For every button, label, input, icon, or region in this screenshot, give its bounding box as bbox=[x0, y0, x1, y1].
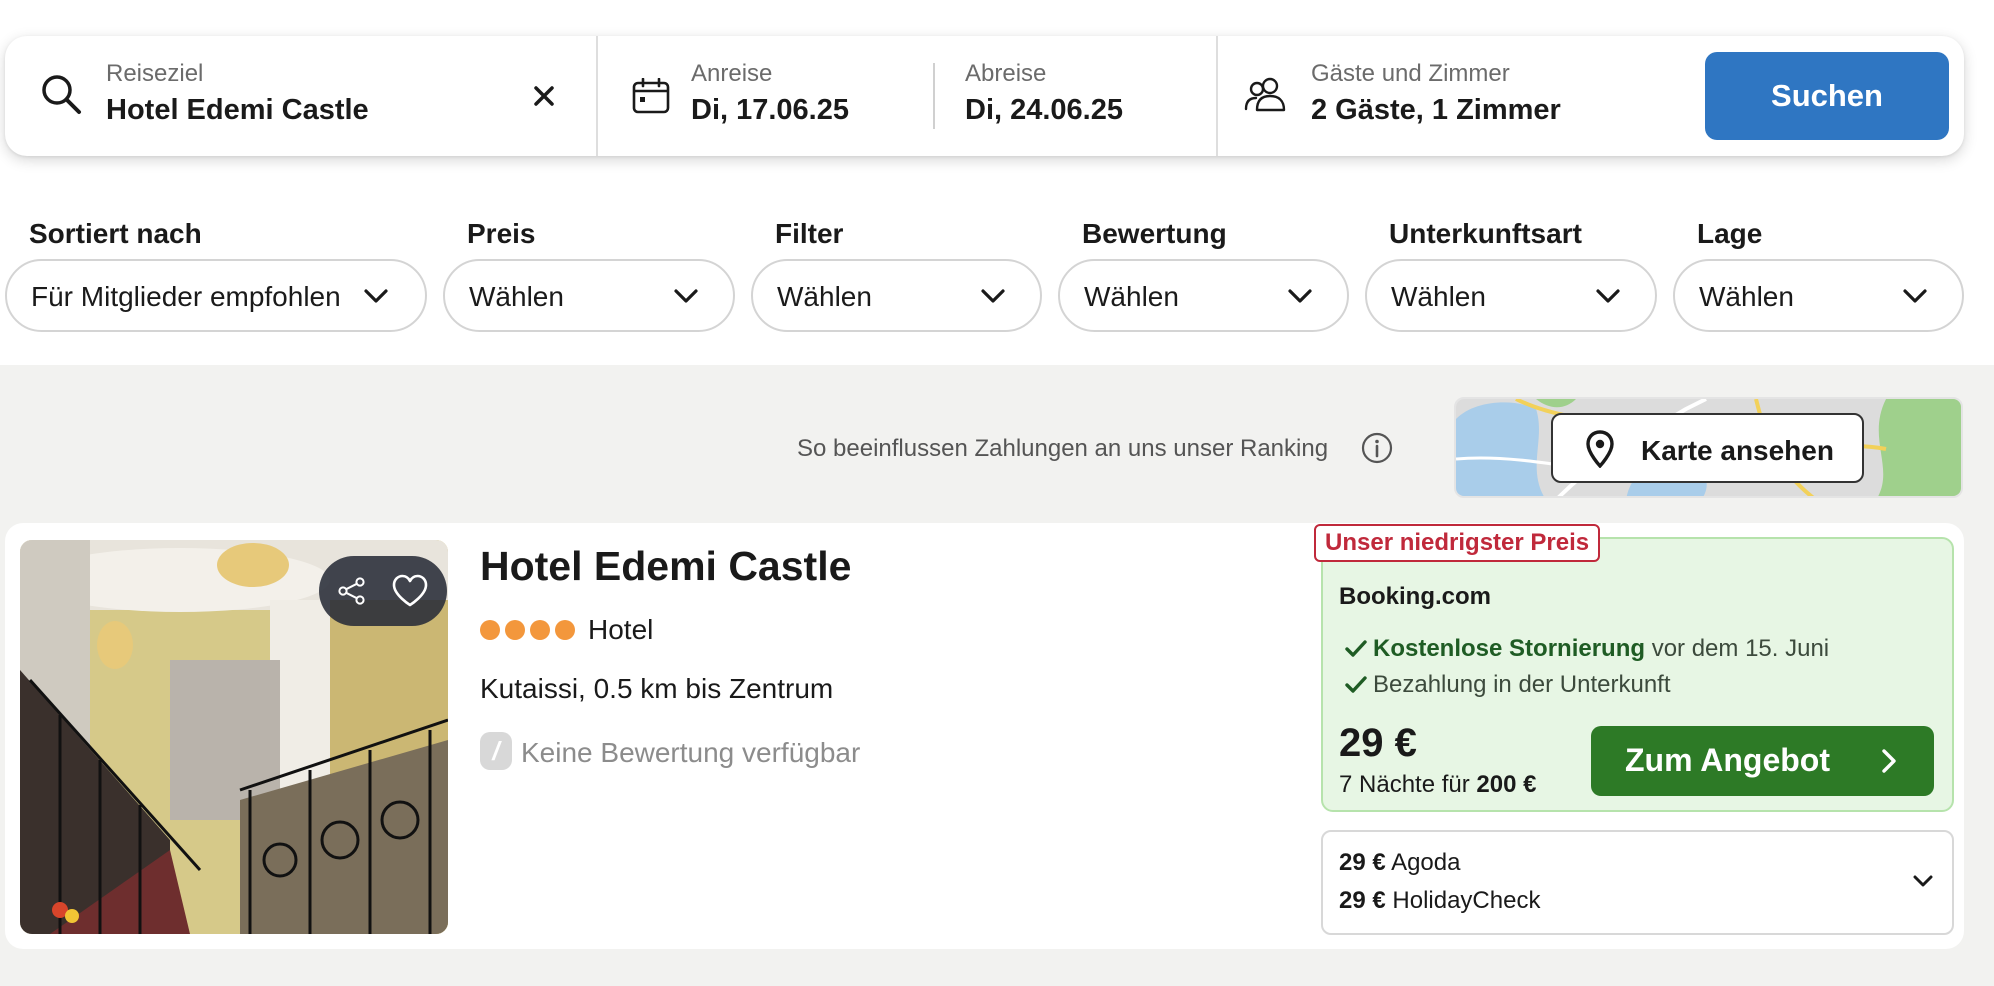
photo-actions bbox=[319, 556, 447, 626]
property-type-dropdown[interactable]: Wählen bbox=[1365, 259, 1657, 332]
filter-label: Preis bbox=[467, 218, 536, 249]
star-dot bbox=[505, 620, 525, 640]
checkin-field[interactable]: Anreise Di, 17.06.25 bbox=[598, 36, 938, 156]
offer-row-agoda[interactable]: 29 € Agoda bbox=[1339, 849, 1460, 877]
deal-total: 7 Nächte für 200 € bbox=[1339, 771, 1536, 799]
search-bar: Reiseziel Hotel Edemi Castle Anreise Di,… bbox=[5, 36, 1964, 156]
perk-pay-at-property: Bezahlung in der Unterkunft bbox=[1345, 671, 1671, 699]
view-deal-label: Zum Angebot bbox=[1625, 742, 1830, 778]
total-price: 200 € bbox=[1476, 771, 1537, 798]
guests-field[interactable]: Gäste und Zimmer 2 Gäste, 1 Zimmer bbox=[1218, 36, 1688, 156]
clear-icon[interactable] bbox=[533, 85, 555, 107]
info-icon[interactable] bbox=[1361, 432, 1393, 464]
chevron-down-icon bbox=[364, 289, 388, 303]
filter-dropdown[interactable]: Wählen bbox=[751, 259, 1042, 332]
chevron-down-icon bbox=[981, 289, 1005, 303]
rating-text: Keine Bewertung verfügbar bbox=[521, 737, 861, 768]
hotel-type: Hotel bbox=[588, 614, 654, 645]
map-button-label: Karte ansehen bbox=[1641, 435, 1834, 466]
hotel-location: Kutaissi, 0.5 km bis Zentrum bbox=[480, 673, 834, 704]
price-dropdown[interactable]: Wählen bbox=[443, 259, 735, 332]
checkout-field[interactable]: Abreise Di, 24.06.25 bbox=[935, 36, 1215, 156]
chevron-down-icon bbox=[674, 289, 698, 303]
dropdown-value: Wählen bbox=[1084, 281, 1179, 312]
guests-icon bbox=[1244, 77, 1286, 112]
dropdown-value: Wählen bbox=[1391, 281, 1486, 312]
perk-title: Kostenlose Stornierung bbox=[1373, 635, 1646, 662]
checkmark-icon bbox=[1345, 676, 1367, 693]
checkmark-icon bbox=[1345, 640, 1367, 657]
star-dot bbox=[480, 620, 500, 640]
rating-dropdown[interactable]: Wählen bbox=[1058, 259, 1349, 332]
dropdown-value: Wählen bbox=[777, 281, 872, 312]
filter-label: Sortiert nach bbox=[29, 218, 202, 249]
chevron-right-icon bbox=[1882, 749, 1896, 773]
filter-label: Filter bbox=[775, 218, 844, 249]
offer-provider: Agoda bbox=[1391, 849, 1461, 876]
checkin-value: Di, 17.06.25 bbox=[691, 94, 849, 126]
best-deal-box[interactable]: Booking.com Kostenlose Stornierung vor d… bbox=[1321, 537, 1954, 812]
destination-label: Reiseziel bbox=[106, 60, 204, 87]
view-deal-button[interactable]: Zum Angebot bbox=[1591, 726, 1934, 796]
calendar-icon bbox=[632, 78, 670, 114]
hotel-card: Hotel Edemi Castle Hotel Kutaissi, 0.5 k… bbox=[5, 523, 1964, 949]
filter-label: Bewertung bbox=[1082, 218, 1227, 249]
dropdown-value: Für Mitglieder empfohlen bbox=[31, 281, 341, 312]
checkin-label: Anreise bbox=[691, 60, 773, 87]
rating-badge: / bbox=[480, 732, 512, 770]
location-dropdown[interactable]: Wählen bbox=[1673, 259, 1964, 332]
dropdown-value: Wählen bbox=[1699, 281, 1794, 312]
favorite-heart-icon[interactable] bbox=[391, 574, 429, 608]
checkout-label: Abreise bbox=[965, 60, 1047, 87]
star-rating bbox=[480, 620, 575, 640]
perk-detail: vor dem 15. Juni bbox=[1651, 635, 1830, 662]
chevron-down-icon bbox=[1596, 289, 1620, 303]
guests-value: 2 Gäste, 1 Zimmer bbox=[1311, 94, 1561, 126]
filter-label: Unterkunftsart bbox=[1389, 218, 1582, 249]
perk-title: Bezahlung in der Unterkunft bbox=[1373, 671, 1671, 698]
chevron-down-icon[interactable] bbox=[1913, 874, 1933, 888]
destination-field[interactable]: Reiseziel Hotel Edemi Castle bbox=[5, 36, 597, 156]
star-dot bbox=[530, 620, 550, 640]
perk-free-cancellation: Kostenlose Stornierung vor dem 15. Juni bbox=[1345, 635, 1829, 663]
dropdown-value: Wählen bbox=[469, 281, 564, 312]
chevron-down-icon bbox=[1288, 289, 1312, 303]
deal-price: 29 € bbox=[1339, 721, 1417, 765]
guests-label: Gäste und Zimmer bbox=[1311, 60, 1510, 87]
star-dot bbox=[555, 620, 575, 640]
nights-label: 7 Nächte für bbox=[1339, 771, 1470, 798]
location-pin-icon bbox=[1586, 430, 1614, 468]
filter-label: Lage bbox=[1697, 218, 1763, 249]
offer-price: 29 € bbox=[1339, 849, 1386, 876]
checkout-value: Di, 24.06.25 bbox=[965, 94, 1123, 126]
offer-price: 29 € bbox=[1339, 887, 1386, 914]
ranking-info-link[interactable]: So beeinflussen Zahlungen an uns unser R… bbox=[797, 435, 1328, 463]
search-icon bbox=[42, 75, 81, 114]
other-offers[interactable]: 29 € Agoda 29 € HolidayCheck bbox=[1321, 830, 1954, 935]
hotel-name[interactable]: Hotel Edemi Castle bbox=[480, 543, 851, 590]
hotel-photo[interactable] bbox=[20, 540, 448, 934]
offer-provider: HolidayCheck bbox=[1392, 887, 1541, 914]
search-button[interactable]: Suchen bbox=[1705, 52, 1949, 140]
map-button[interactable]: Karte ansehen bbox=[1551, 413, 1864, 483]
offer-row-holidaycheck[interactable]: 29 € HolidayCheck bbox=[1339, 887, 1540, 915]
deal-provider: Booking.com bbox=[1339, 583, 1492, 610]
destination-value: Hotel Edemi Castle bbox=[106, 94, 369, 126]
sort-dropdown[interactable]: Für Mitglieder empfohlen bbox=[5, 259, 427, 332]
chevron-down-icon bbox=[1903, 289, 1927, 303]
lowest-price-badge: Unser niedrigster Preis bbox=[1314, 524, 1601, 562]
share-icon[interactable] bbox=[337, 576, 367, 606]
